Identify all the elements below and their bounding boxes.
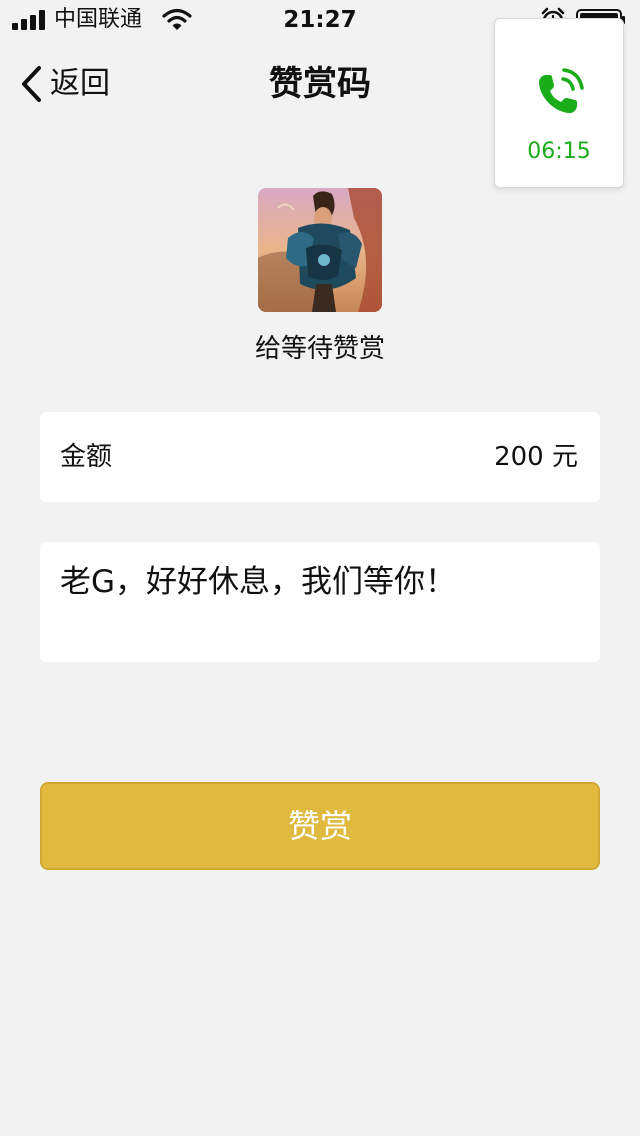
voice-call-floating-window[interactable]: 06:15 <box>494 18 624 188</box>
amount-value: 200 元 <box>494 442 578 472</box>
recipient-avatar <box>258 188 382 312</box>
avatar-image <box>258 188 382 312</box>
recipient-name: 给等待赞赏 <box>254 334 385 364</box>
message-field[interactable]: 老G，好好休息，我们等你！ <box>40 542 600 662</box>
reward-button[interactable]: 赞赏 <box>40 782 600 870</box>
amount-field[interactable]: 金额 200 元 <box>40 412 600 502</box>
phone-call-icon <box>539 68 584 113</box>
amount-label: 金额 <box>60 442 113 472</box>
message-text: 老G，好好休息，我们等你！ <box>60 564 457 600</box>
call-duration: 06:15 <box>527 139 591 164</box>
